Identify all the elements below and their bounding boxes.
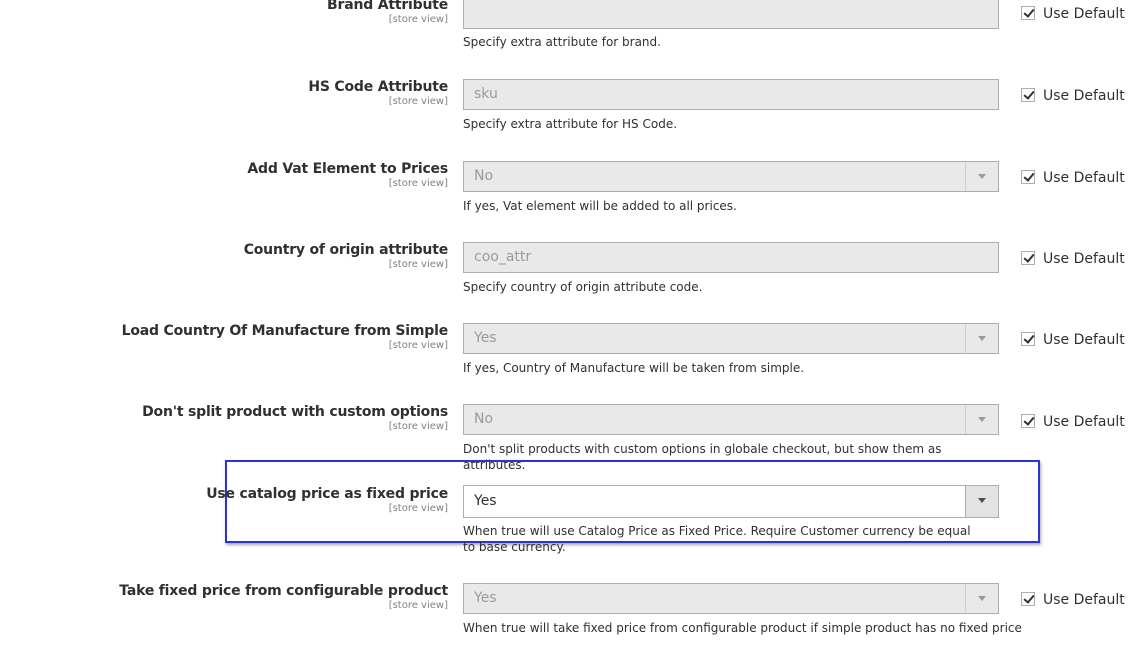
use-default-label: Use Default — [1043, 332, 1125, 348]
field-note: Specify extra attribute for brand. — [463, 35, 661, 49]
field-label: Take fixed price from configurable produ… — [119, 582, 448, 612]
field-label-text: Brand Attribute — [327, 0, 448, 13]
chevron-down-icon[interactable] — [965, 405, 998, 434]
field-label: Country of origin attribute [store view] — [243, 241, 449, 271]
field-row-use-catalog-price: Use catalog price as fixed price [store … — [0, 485, 1134, 554]
take-fixed-price-select[interactable]: Yes — [463, 583, 999, 614]
use-default-label: Use Default — [1043, 414, 1125, 430]
field-row-dont-split-product: Don't split product with custom options … — [0, 403, 1134, 472]
field-scope: [store view] — [388, 14, 448, 25]
field-label: HS Code Attribute [store view] — [308, 78, 448, 108]
field-label-text: HS Code Attribute — [308, 79, 448, 95]
field-label: Load Country Of Manufacture from Simple … — [121, 322, 449, 352]
checkmark-icon — [1023, 251, 1035, 263]
checkmark-icon — [1023, 88, 1035, 100]
field-note: When true will take fixed price from con… — [463, 621, 1022, 635]
chevron-down-icon[interactable] — [965, 324, 998, 353]
checkmark-icon — [1023, 6, 1035, 18]
chevron-down-icon[interactable] — [965, 486, 998, 517]
checkbox-box[interactable] — [1021, 6, 1035, 20]
use-default-label: Use Default — [1043, 170, 1125, 186]
field-row-take-fixed-price: Take fixed price from configurable produ… — [0, 582, 1134, 642]
field-scope: [store view] — [388, 178, 448, 189]
field-row-add-vat-element: Add Vat Element to Prices [store view] N… — [0, 160, 1134, 220]
field-note: Specify extra attribute for HS Code. — [463, 117, 678, 131]
field-label-text: Load Country Of Manufacture from Simple — [121, 323, 449, 339]
field-scope: [store view] — [388, 259, 448, 270]
checkmark-icon — [1023, 592, 1035, 604]
field-scope: [store view] — [388, 421, 448, 432]
field-label-text: Add Vat Element to Prices — [247, 161, 448, 177]
field-label: Brand Attribute [store view] — [327, 0, 448, 26]
hs-code-attribute-input[interactable]: sku — [463, 79, 999, 110]
select-value: No — [474, 168, 494, 184]
field-note: If yes, Country of Manufacture will be t… — [463, 361, 805, 375]
field-scope: [store view] — [388, 96, 448, 107]
checkbox-box[interactable] — [1021, 592, 1035, 606]
select-value: Yes — [474, 590, 497, 606]
checkbox-box[interactable] — [1021, 251, 1035, 265]
checkmark-icon — [1023, 414, 1035, 426]
chevron-down-icon[interactable] — [965, 584, 998, 613]
brand-attribute-input[interactable] — [463, 0, 999, 29]
checkmark-icon — [1023, 170, 1035, 182]
field-scope: [store view] — [388, 503, 448, 514]
field-row-load-country-of-manufacture: Load Country Of Manufacture from Simple … — [0, 322, 1134, 382]
field-label-text: Country of origin attribute — [243, 242, 449, 258]
use-default-label: Use Default — [1043, 251, 1125, 267]
use-default-label: Use Default — [1043, 88, 1125, 104]
use-default-label: Use Default — [1043, 6, 1125, 22]
checkbox-box[interactable] — [1021, 170, 1035, 184]
select-value: No — [474, 411, 494, 427]
checkbox-box[interactable] — [1021, 414, 1035, 428]
checkmark-icon — [1023, 332, 1035, 344]
field-scope: [store view] — [388, 600, 448, 611]
field-row-brand-attribute: Brand Attribute [store view] Specify ext… — [0, 0, 1134, 56]
add-vat-element-select[interactable]: No — [463, 161, 999, 192]
chevron-down-icon[interactable] — [965, 162, 998, 191]
use-catalog-price-select[interactable]: Yes — [463, 485, 999, 518]
select-value: Yes — [474, 493, 497, 509]
field-scope: [store view] — [388, 340, 448, 351]
field-label-text: Don't split product with custom options — [142, 404, 448, 420]
use-default-label: Use Default — [1043, 592, 1125, 608]
checkbox-box[interactable] — [1021, 332, 1035, 346]
select-value: Yes — [474, 330, 497, 346]
field-note: When true will use Catalog Price as Fixe… — [463, 524, 971, 554]
field-label: Don't split product with custom options … — [142, 403, 448, 433]
dont-split-product-select[interactable]: No — [463, 404, 999, 435]
country-of-origin-input[interactable]: coo_attr — [463, 242, 999, 273]
field-label-text: Use catalog price as fixed price — [206, 486, 448, 502]
field-label: Add Vat Element to Prices [store view] — [247, 160, 448, 190]
field-note: If yes, Vat element will be added to all… — [463, 199, 737, 213]
checkbox-box[interactable] — [1021, 88, 1035, 102]
field-label: Use catalog price as fixed price [store … — [206, 485, 448, 515]
field-label-text: Take fixed price from configurable produ… — [119, 583, 448, 599]
field-row-country-of-origin: Country of origin attribute [store view]… — [0, 241, 1134, 301]
load-country-of-manufacture-select[interactable]: Yes — [463, 323, 999, 354]
field-row-hs-code-attribute: HS Code Attribute [store view] sku Speci… — [0, 78, 1134, 138]
field-note: Specify country of origin attribute code… — [463, 280, 703, 294]
